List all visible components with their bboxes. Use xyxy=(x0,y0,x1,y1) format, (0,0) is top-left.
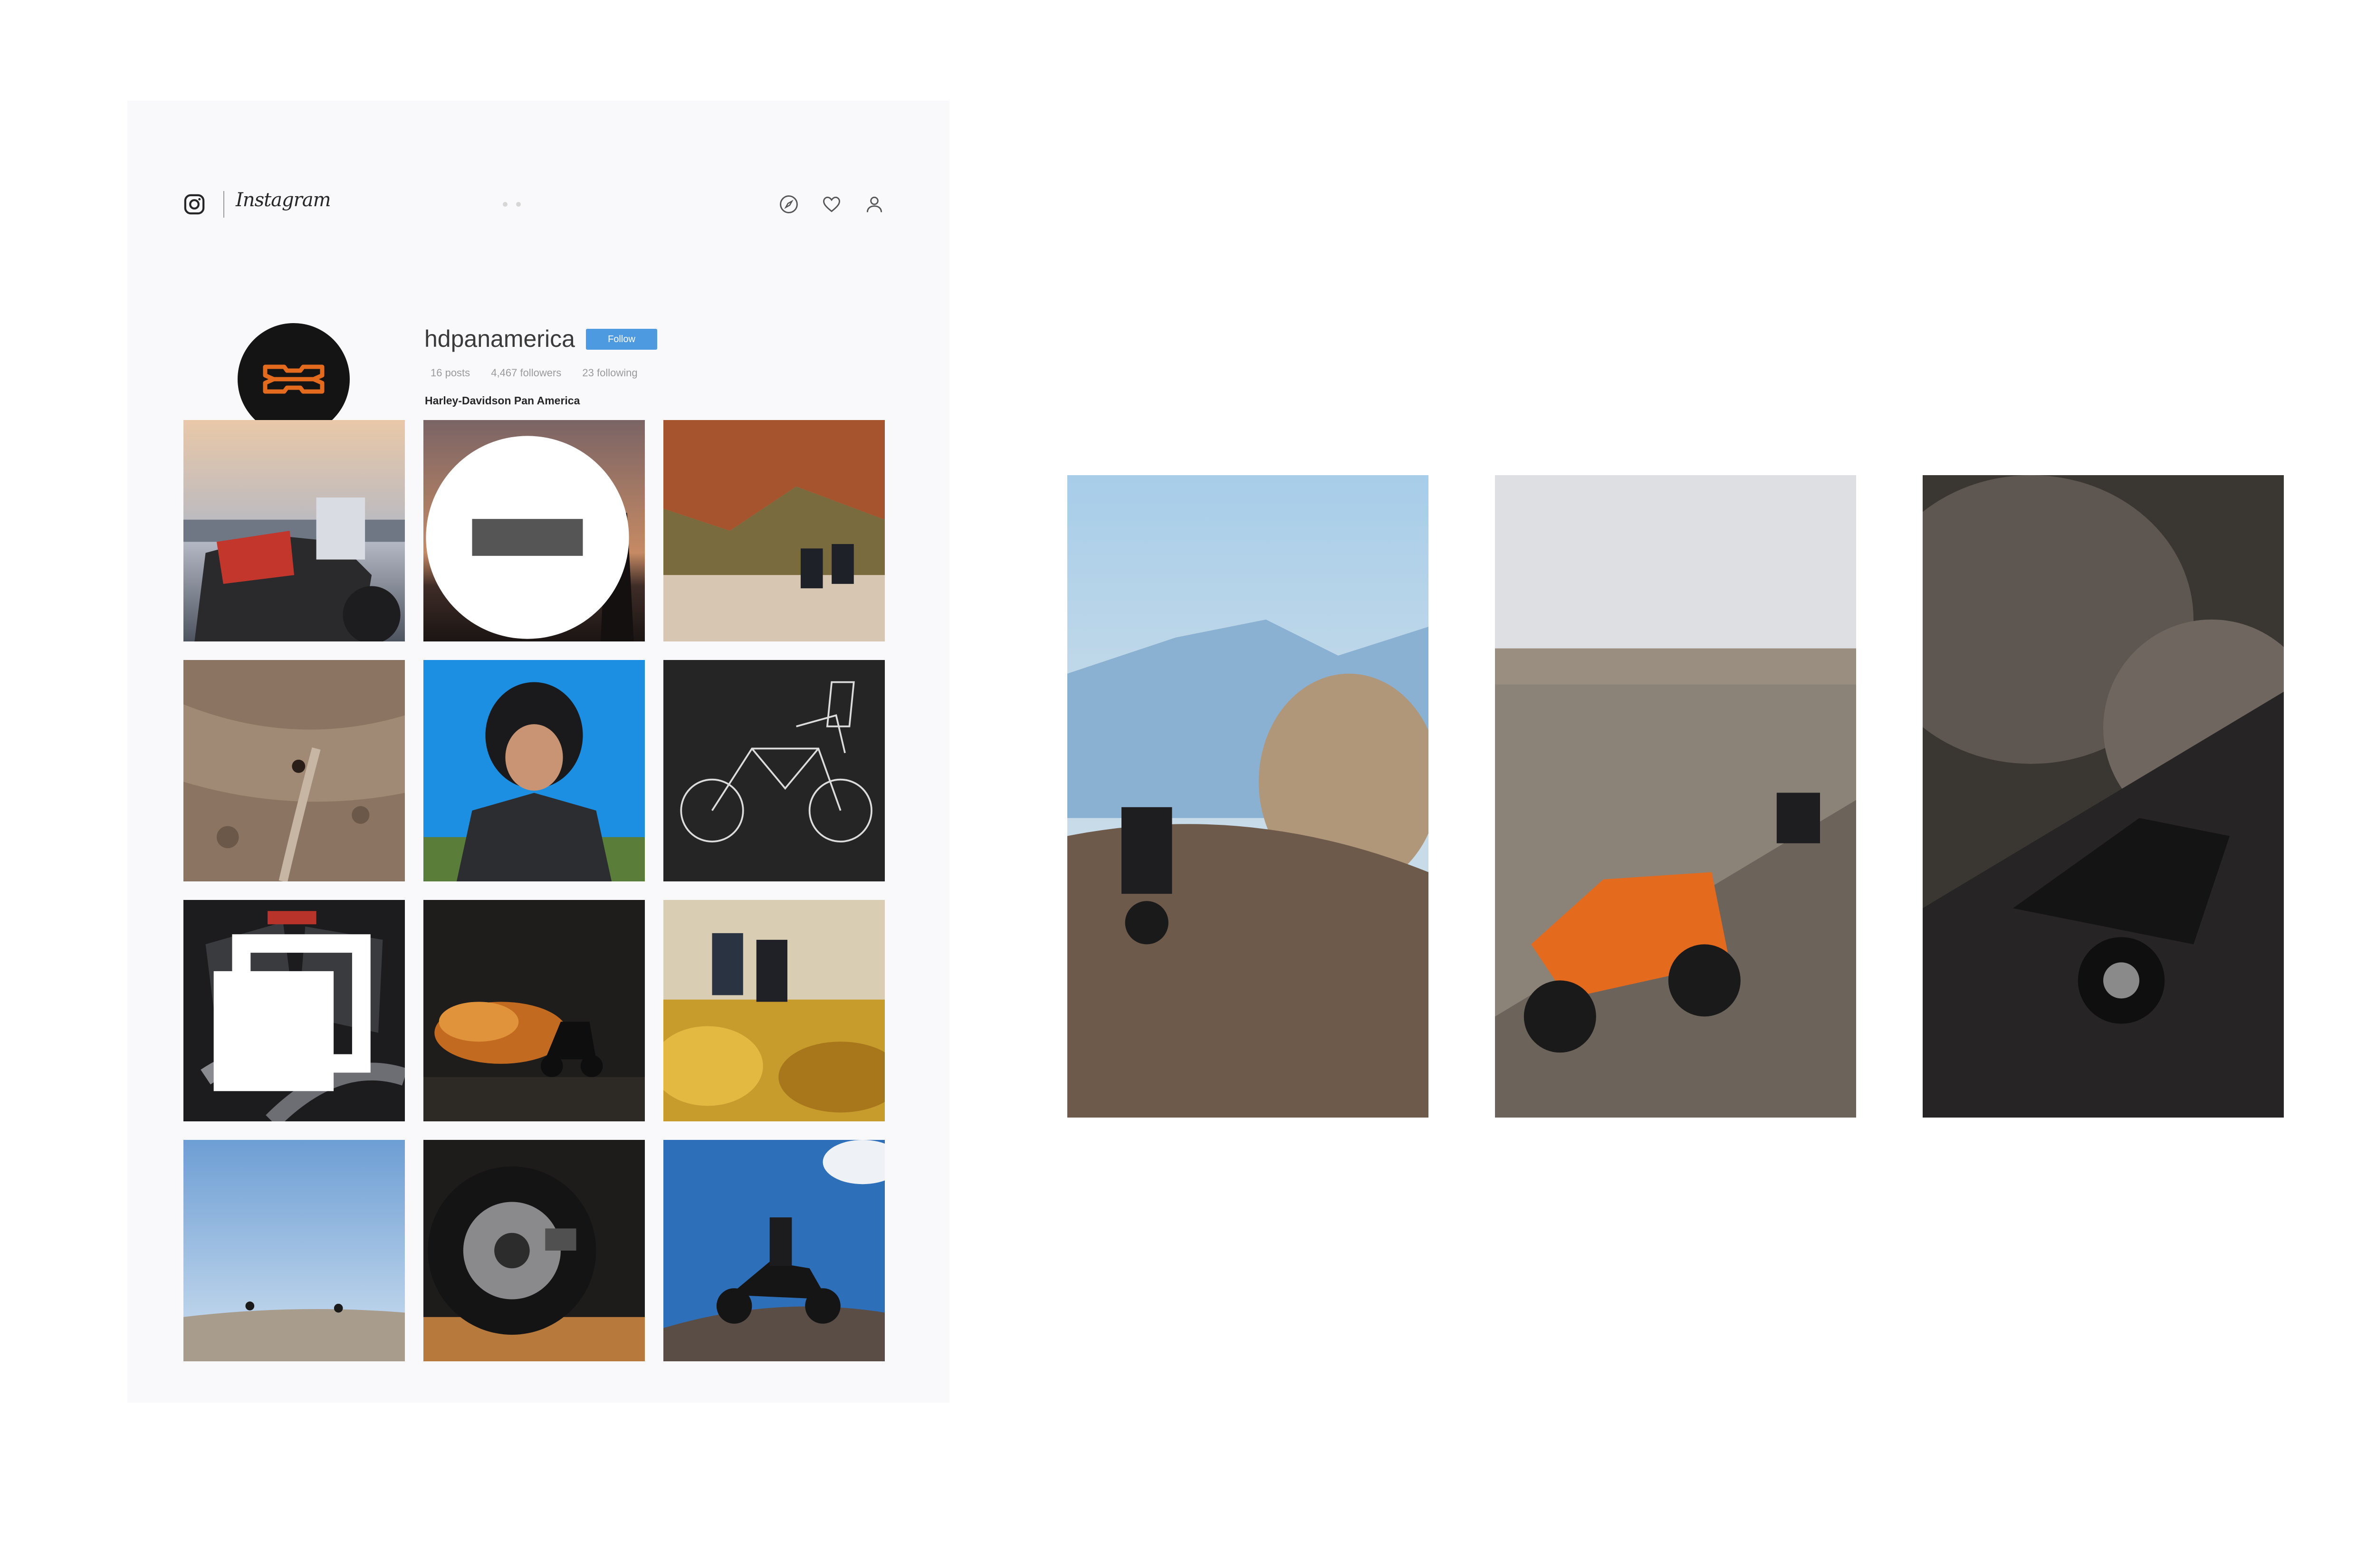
post-thumbnail-motorcycle-closeup[interactable] xyxy=(183,420,405,641)
profile-stats: 16 posts 4,467 followers 23 following xyxy=(431,367,656,379)
carousel-icon xyxy=(213,934,371,1091)
instagram-header: Instagram xyxy=(127,101,949,243)
search-placeholder[interactable] xyxy=(503,201,529,209)
post-thumbnail-wheel-brake-closeup[interactable] xyxy=(423,1140,645,1361)
profile-full-name: Harley-Davidson Pan America xyxy=(425,394,580,407)
post-thumbnail-desert-rider-aerial[interactable] xyxy=(183,660,405,881)
header-divider xyxy=(223,191,224,218)
instagram-wordmark[interactable]: Instagram xyxy=(236,189,331,211)
follow-button[interactable]: Follow xyxy=(586,329,657,350)
post-thumbnail-engine-closeup[interactable] xyxy=(183,900,405,1121)
user-icon[interactable] xyxy=(864,194,885,215)
followers-count[interactable]: 4,467 followers xyxy=(491,367,561,379)
post-thumbnail-distant-riders-sky[interactable] xyxy=(183,1140,405,1361)
story-preview-two-riders-badlands[interactable] xyxy=(1495,475,1856,1118)
following-count[interactable]: 23 following xyxy=(582,367,637,379)
heart-icon[interactable] xyxy=(821,194,842,215)
story-preview-rider-mountain-dust[interactable] xyxy=(1067,475,1428,1118)
compass-icon[interactable] xyxy=(778,194,799,215)
instagram-profile-panel: Instagram hdpanamerica Follow 16 posts 4… xyxy=(127,101,949,1403)
post-thumbnail-dust-cloud-rider[interactable] xyxy=(423,900,645,1121)
post-thumbnail-rider-hilltop[interactable] xyxy=(663,1140,885,1361)
profile-username: hdpanamerica xyxy=(424,325,575,352)
harley-davidson-logo-icon xyxy=(263,364,325,394)
avatar[interactable] xyxy=(238,323,350,435)
posts-count[interactable]: 16 posts xyxy=(431,367,470,379)
post-thumbnail-rider-helmet-portrait[interactable] xyxy=(423,660,645,881)
post-thumbnail-motorcycle-line-drawing[interactable] xyxy=(663,660,885,881)
instagram-logo-icon[interactable] xyxy=(183,193,205,215)
post-thumbnail-sunset-silhouette[interactable] xyxy=(423,420,645,641)
post-thumbnail-two-riders-field[interactable] xyxy=(663,900,885,1121)
story-preview-rider-dark-dust[interactable] xyxy=(1923,475,2284,1118)
post-thumbnail-red-rocks-riders[interactable] xyxy=(663,420,885,641)
video-icon xyxy=(426,436,629,639)
